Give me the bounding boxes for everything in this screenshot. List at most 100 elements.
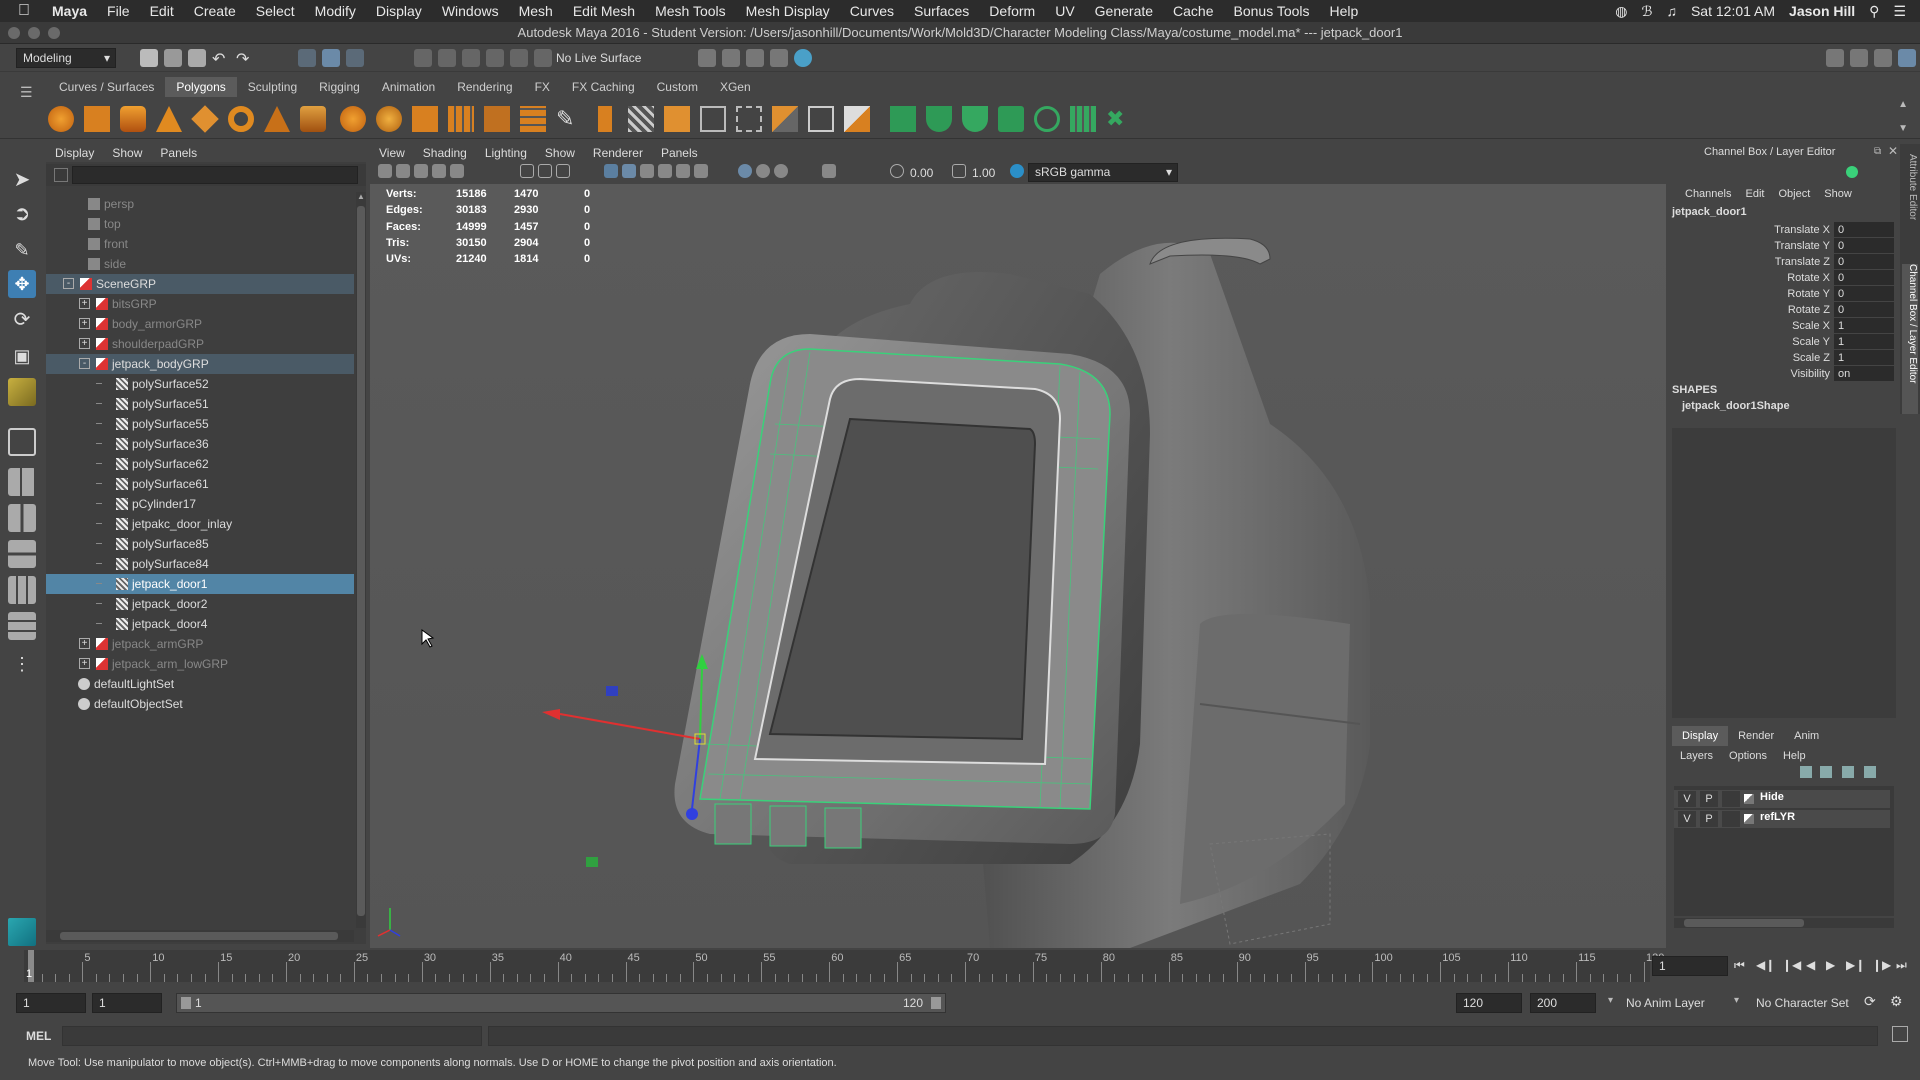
channel-row[interactable]: Rotate Y 0: [1670, 286, 1898, 302]
anim-layer-dropdown[interactable]: No Anim Layer: [1626, 996, 1705, 1010]
channel-value-field[interactable]: 1: [1834, 350, 1894, 365]
channel-row[interactable]: Translate Z 0: [1670, 254, 1898, 270]
close-window-button[interactable]: [8, 27, 20, 39]
outliner-item[interactable]: - jetpack_bodyGRP: [46, 354, 354, 374]
render-frame-icon[interactable]: [722, 49, 740, 67]
wireframe-on-shaded-icon[interactable]: [640, 164, 654, 178]
persp-graph-layout-icon[interactable]: [8, 540, 36, 568]
outliner-item[interactable]: polySurface55: [46, 414, 354, 434]
layout-uv-icon[interactable]: [1070, 106, 1096, 132]
outliner-vertical-scrollbar[interactable]: ▲: [356, 192, 366, 928]
minimize-window-button[interactable]: [28, 27, 40, 39]
outliner-item[interactable]: polySurface84: [46, 554, 354, 574]
channel-row[interactable]: Rotate Z 0: [1670, 302, 1898, 318]
new-layer-selected-icon[interactable]: [1864, 766, 1876, 778]
snap-point-icon[interactable]: [462, 49, 480, 67]
manipulator-z-arrow[interactable]: [686, 808, 698, 820]
collapse-icon[interactable]: -: [79, 358, 90, 369]
mirror-icon[interactable]: [484, 106, 510, 132]
play-forwards-icon[interactable]: ▶: [1826, 958, 1835, 972]
app-menu[interactable]: Maya: [42, 0, 97, 22]
menu-bonus-tools[interactable]: Bonus Tools: [1224, 0, 1320, 22]
outliner-layout-icon[interactable]: [8, 576, 36, 604]
outliner-menu-show[interactable]: Show: [103, 144, 151, 162]
outliner-item[interactable]: polySurface61: [46, 474, 354, 494]
new-empty-layer-icon[interactable]: [1842, 766, 1854, 778]
channel-row[interactable]: Translate Y 0: [1670, 238, 1898, 254]
single-view-layout-icon[interactable]: [8, 428, 36, 456]
outliner-item[interactable]: jetpack_door4: [46, 614, 354, 634]
xray-joints-icon[interactable]: [774, 164, 788, 178]
expand-icon[interactable]: +: [79, 318, 90, 329]
hud-icon[interactable]: [822, 164, 836, 178]
outliner-item[interactable]: polySurface62: [46, 454, 354, 474]
start-time-field[interactable]: 1: [16, 993, 86, 1013]
layer-name[interactable]: refLYR: [1760, 811, 1795, 823]
channel-value-field[interactable]: 1: [1834, 318, 1894, 333]
shelf-scroll-down-icon[interactable]: ▼: [1898, 123, 1908, 134]
layer-name[interactable]: Hide: [1760, 791, 1784, 803]
channel-name[interactable]: Translate Z: [1775, 254, 1830, 270]
menu-curves[interactable]: Curves: [840, 0, 904, 22]
separate-icon[interactable]: [376, 106, 402, 132]
outliner-scroll-thumb[interactable]: [357, 206, 365, 916]
poly-plane-icon[interactable]: [191, 105, 219, 133]
step-forward-key-icon[interactable]: ❙▶: [1872, 958, 1891, 972]
channel-row[interactable]: Translate X 0: [1670, 222, 1898, 238]
isolate-select-icon[interactable]: [738, 164, 752, 178]
channel-name[interactable]: Translate X: [1774, 222, 1830, 238]
select-hierarchy-icon[interactable]: [298, 49, 316, 67]
shape-node-name[interactable]: jetpack_door1Shape: [1682, 400, 1790, 412]
channel-value-field[interactable]: 0: [1834, 270, 1894, 285]
range-slider-bar[interactable]: 1 120: [176, 993, 946, 1013]
append-polygon-icon[interactable]: [664, 106, 690, 132]
channel-row[interactable]: Rotate X 0: [1670, 270, 1898, 286]
mel-label[interactable]: MEL: [26, 1029, 51, 1043]
use-all-lights-icon[interactable]: [676, 164, 690, 178]
gamma-icon[interactable]: [952, 164, 966, 178]
wireframe-icon[interactable]: [604, 164, 618, 178]
extract-icon[interactable]: [412, 106, 438, 132]
channel-value-field[interactable]: 1: [1834, 334, 1894, 349]
go-to-start-icon[interactable]: ⏮: [1734, 958, 1745, 973]
range-end-handle[interactable]: [931, 997, 941, 1009]
render-settings-icon[interactable]: [770, 49, 788, 67]
spotlight-icon[interactable]: ⚲: [1862, 3, 1886, 20]
fill-hole-icon[interactable]: [772, 106, 798, 132]
insert-edge-loop-icon[interactable]: [700, 106, 726, 132]
channel-name[interactable]: Rotate Y: [1787, 286, 1830, 302]
smooth-icon[interactable]: [448, 106, 474, 132]
layer-visibility-toggle[interactable]: V: [1678, 811, 1696, 827]
snap-view-icon[interactable]: [486, 49, 504, 67]
outliner-item[interactable]: + body_armorGRP: [46, 314, 354, 334]
menu-windows[interactable]: Windows: [432, 0, 509, 22]
playback-start-field[interactable]: 1: [92, 993, 162, 1013]
target-weld-icon[interactable]: [808, 106, 834, 132]
apple-icon[interactable]: : [0, 0, 42, 22]
tab-fx-caching[interactable]: FX Caching: [561, 77, 646, 97]
four-view-layout-icon[interactable]: [8, 468, 36, 496]
manipulator-xz-plane-handle[interactable]: [606, 686, 618, 696]
viewport-menu-panels[interactable]: Panels: [652, 144, 707, 162]
tab-curves-surfaces[interactable]: Curves / Surfaces: [48, 77, 165, 97]
exposure-value[interactable]: 0.00: [910, 166, 933, 180]
clock[interactable]: Sat 12:01 AM: [1684, 3, 1782, 19]
go-to-end-icon[interactable]: ⏭: [1896, 958, 1907, 973]
textured-icon[interactable]: [658, 164, 672, 178]
menu-edit-mesh[interactable]: Edit Mesh: [563, 0, 645, 22]
render-view-icon[interactable]: [698, 49, 716, 67]
toggle-tool-settings-icon[interactable]: [1850, 49, 1868, 67]
layer-playback-toggle[interactable]: P: [1700, 811, 1718, 827]
extrude-icon[interactable]: [520, 106, 546, 132]
character-set-dropdown[interactable]: No Character Set: [1756, 996, 1849, 1010]
hypershade-icon[interactable]: [794, 49, 812, 67]
multi-cut-icon[interactable]: ✎: [556, 106, 582, 132]
xray-icon[interactable]: [756, 164, 770, 178]
tab-rendering[interactable]: Rendering: [446, 77, 523, 97]
menu-surfaces[interactable]: Surfaces: [904, 0, 979, 22]
menu-select[interactable]: Select: [246, 0, 305, 22]
select-component-icon[interactable]: [346, 49, 364, 67]
toggle-attribute-editor-icon[interactable]: [1826, 49, 1844, 67]
new-scene-icon[interactable]: [140, 49, 158, 67]
animation-preferences-icon[interactable]: ⚙: [1890, 993, 1903, 1010]
